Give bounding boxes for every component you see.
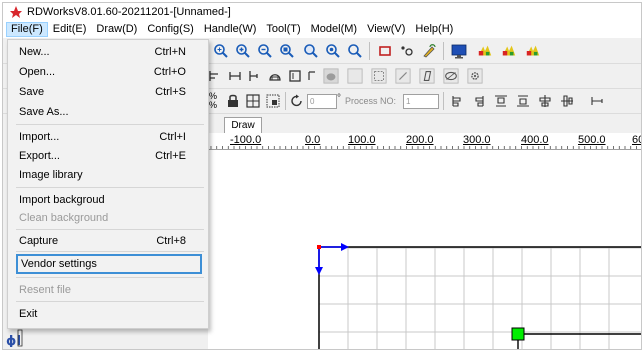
menu-item-vendor-settings[interactable]: Vendor settings [16,254,202,274]
menu-separator [16,301,204,302]
array-copy-icon[interactable] [265,93,281,109]
menu-help[interactable]: Help(H) [410,22,458,37]
menu-separator [16,251,204,252]
zoom-page-icon[interactable] [279,43,295,59]
ruler-label: 200.0 [406,134,434,146]
menu-item-image-library[interactable]: Image library [8,165,208,185]
zoom-out-icon[interactable] [257,43,273,59]
app-window: RDWorksV8.01.60-20211201-[Unnamed-] File… [2,2,642,350]
color-layer-3-icon[interactable] [525,43,541,59]
gear-icon[interactable] [467,68,483,84]
node-edit-icon[interactable] [399,43,415,59]
menu-edit[interactable]: Edit(E) [48,22,92,37]
ruler-label: 0.0 [305,134,321,146]
menu-item-exit[interactable]: Exit [8,304,208,324]
menu-file[interactable]: File(F) [6,22,48,37]
menu-item-export[interactable]: Export... Ctrl+E [8,146,208,166]
menu-item-import[interactable]: Import... Ctrl+I [8,127,208,147]
menu-item-save[interactable]: Save Ctrl+S [8,82,208,102]
zoom-in-icon[interactable] [235,43,251,59]
menu-handle[interactable]: Handle(W) [199,22,262,37]
menu-item-resent-file: Resent file [19,284,71,296]
center-v-icon[interactable] [559,93,575,109]
selection-handle[interactable] [511,327,525,341]
zoom-window-icon[interactable] [347,43,363,59]
menu-draw[interactable]: Draw(D) [91,22,142,37]
toolbar-separator [443,92,444,110]
ruler-label: 100.0 [348,134,376,146]
pen-tool-icon[interactable] [421,43,437,59]
color-layer-1-icon[interactable] [477,43,493,59]
zoom-select-icon[interactable] [325,43,341,59]
ruler-label: 60 [632,134,641,146]
same-width-icon[interactable] [589,93,605,109]
slant-line-icon[interactable] [395,68,411,84]
title-bar: RDWorksV8.01.60-20211201-[Unnamed-] [3,3,641,21]
menu-bar: File(F) Edit(E) Draw(D) Config(S) Handle… [3,21,641,38]
menu-separator [16,277,204,278]
group-icon[interactable] [267,68,283,84]
file-menu-dropdown: New... Ctrl+N Open... Ctrl+O Save Ctrl+S… [7,39,209,329]
toolbar-separator [285,92,286,110]
toolbar-separator [443,42,444,60]
checkbox-icon[interactable] [305,68,321,84]
color-layer-2-icon[interactable] [501,43,517,59]
menu-item-clean-background: Clean background [19,212,109,224]
array-grid-icon[interactable] [245,93,261,109]
angle-degree-label: ° [337,93,341,104]
menu-item-import-background[interactable]: Import backgroud [8,190,208,210]
menu-separator [16,124,204,125]
process-no-input[interactable]: 1 [403,94,439,109]
horizontal-ruler: -100.0 0.0 100.0 200.0 300.0 400.0 500.0… [208,133,641,150]
skew-icon[interactable] [419,68,435,84]
zoom-move-icon[interactable] [213,43,229,59]
align-horizontal-icon[interactable] [227,68,243,84]
distribute-h-icon[interactable] [493,93,509,109]
ruler-label: 300.0 [463,134,491,146]
lock-icon[interactable] [225,93,241,109]
blank-tool-icon[interactable] [347,68,363,84]
tab-draw[interactable]: Draw [224,117,262,133]
menu-config[interactable]: Config(S) [142,22,198,37]
angle-input[interactable]: 0 [307,94,337,109]
menu-item-new[interactable]: New... Ctrl+N [8,42,208,62]
y-axis-arrow-head [315,267,323,275]
menu-item-save-as[interactable]: Save As... [8,102,208,122]
align-right-icon[interactable] [247,68,263,84]
ruler-label: -100.0 [230,134,262,146]
svg-text:ɸI: ɸI [6,334,21,347]
align-top-icon[interactable] [449,93,465,109]
menu-item-open[interactable]: Open... Ctrl+O [8,62,208,82]
frame-icon[interactable] [287,68,303,84]
ruler-label: 400.0 [521,134,549,146]
rdworks-logo-icon [10,6,22,18]
drawing-canvas[interactable] [208,150,641,349]
align-left-icon[interactable] [207,68,223,84]
zoom-data-icon[interactable] [303,43,319,59]
rectangle-tool-icon[interactable] [377,43,393,59]
menu-tool[interactable]: Tool(T) [261,22,305,37]
window-title: RDWorksV8.01.60-20211201-[Unnamed-] [27,6,231,18]
canvas-grid [315,243,641,349]
menu-view[interactable]: View(V) [362,22,410,37]
origin-marker [317,245,321,249]
ellipse-shape-icon[interactable] [443,68,459,84]
process-no-label: Process NO: [345,96,397,106]
center-h-icon[interactable] [537,93,553,109]
align-bottom-icon[interactable] [471,93,487,109]
monitor-icon[interactable] [451,43,467,59]
ruler-label: 500.0 [578,134,606,146]
menu-separator [16,229,204,230]
dashed-frame-icon[interactable] [371,68,387,84]
rotate-icon[interactable] [289,93,305,109]
menu-separator [16,187,204,188]
shade-icon[interactable] [323,68,339,84]
toolbar-separator [369,42,370,60]
distribute-v-icon[interactable] [515,93,531,109]
menu-model[interactable]: Model(M) [306,22,362,37]
menu-item-capture[interactable]: Capture Ctrl+8 [8,231,208,251]
